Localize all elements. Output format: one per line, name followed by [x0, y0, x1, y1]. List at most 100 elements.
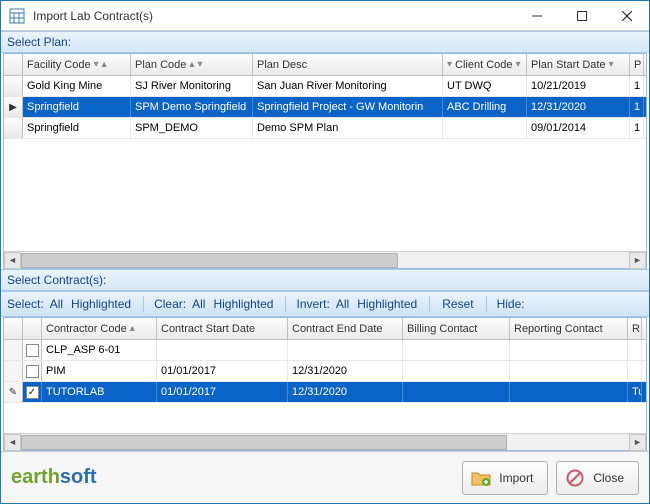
cell-reporting: [510, 361, 628, 381]
column-header-reporting[interactable]: Reporting Contact: [510, 318, 628, 339]
row-indicator: ✎: [4, 382, 23, 402]
row-indicator: [4, 340, 23, 360]
column-header-contract-start[interactable]: Contract Start Date: [157, 318, 288, 339]
clear-all-link[interactable]: All: [190, 297, 207, 311]
table-row[interactable]: SpringfieldSPM_DEMODemo SPM Plan09/01/20…: [4, 118, 646, 139]
footer-bar: earthsoft Import Close: [1, 451, 649, 503]
column-label: P: [634, 59, 641, 71]
column-header-contractor-code[interactable]: Contractor Code ▴: [42, 318, 157, 339]
filter-icon[interactable]: ▾: [94, 59, 99, 70]
titlebar: Import Lab Contract(s): [1, 1, 649, 31]
clear-highlighted-link[interactable]: Highlighted: [211, 297, 275, 311]
plans-hscroll[interactable]: ◄ ►: [4, 251, 646, 268]
table-row[interactable]: PIM01/01/201712/31/2020: [4, 361, 646, 382]
column-header-plan-desc[interactable]: Plan Desc: [253, 54, 443, 75]
filter-icon[interactable]: ▾: [609, 59, 614, 70]
column-label: Client Code: [455, 59, 512, 71]
row-indicator: [4, 361, 23, 381]
row-checkbox[interactable]: [23, 361, 42, 381]
cell-client: ABC Drilling: [443, 97, 527, 117]
app-icon: [9, 8, 25, 24]
cell-contract-end: 12/31/2020: [288, 361, 403, 381]
close-window-button[interactable]: [604, 1, 649, 30]
scroll-thumb[interactable]: [21, 253, 398, 268]
row-indicator: ▶: [4, 97, 23, 117]
cell-facility: Springfield: [23, 97, 131, 117]
select-label: Select:: [7, 297, 44, 311]
scroll-right-button[interactable]: ►: [629, 434, 646, 451]
column-header-start[interactable]: Plan Start Date ▾: [527, 54, 630, 75]
cell-p: 1: [630, 97, 644, 117]
contracts-toolbar: Select: All Highlighted Clear: All Highl…: [1, 291, 649, 317]
invert-label: Invert:: [296, 297, 329, 311]
maximize-button[interactable]: [559, 1, 604, 30]
row-checkbox[interactable]: [23, 340, 42, 360]
cell-plan-code: SPM Demo Springfield: [131, 97, 253, 117]
column-label: Contract Start Date: [161, 323, 255, 335]
cell-plan-desc: San Juan River Monitoring: [253, 76, 443, 96]
cell-contract-end: [288, 340, 403, 360]
plans-grid-body: Gold King MineSJ River MonitoringSan Jua…: [4, 76, 646, 156]
cell-contract-start: [157, 340, 288, 360]
scroll-left-button[interactable]: ◄: [4, 252, 21, 269]
plans-grid: Facility Code ▾ ▴ Plan Code ▴ ▾ Plan Des…: [3, 53, 647, 269]
column-header-contract-end[interactable]: Contract End Date: [288, 318, 403, 339]
logo-text-1: earth: [11, 466, 60, 488]
cell-contractor-code: CLP_ASP 6-01: [42, 340, 157, 360]
filter-icon[interactable]: ▾: [197, 59, 202, 70]
cell-client: [443, 118, 527, 138]
close-button-label: Close: [593, 471, 624, 485]
reset-link[interactable]: Reset: [440, 297, 475, 311]
cell-contract-start: 01/01/2017: [157, 382, 288, 402]
cell-r: Tu: [628, 382, 642, 402]
filter-icon[interactable]: ▾: [447, 59, 452, 70]
cell-billing: [403, 340, 510, 360]
cell-plan-code: SJ River Monitoring: [131, 76, 253, 96]
column-header-client[interactable]: ▾ Client Code ▾: [443, 54, 527, 75]
scroll-right-button[interactable]: ►: [629, 252, 646, 269]
cell-billing: [403, 382, 510, 402]
invert-highlighted-link[interactable]: Highlighted: [355, 297, 419, 311]
contracts-grid-body: CLP_ASP 6-01PIM01/01/201712/31/2020✎✓TUT…: [4, 340, 646, 403]
row-indicator-header: [4, 318, 23, 339]
cell-plan-code: SPM_DEMO: [131, 118, 253, 138]
row-indicator: [4, 118, 23, 138]
contracts-grid: Contractor Code ▴ Contract Start Date Co…: [3, 317, 647, 451]
table-row[interactable]: Gold King MineSJ River MonitoringSan Jua…: [4, 76, 646, 97]
table-row[interactable]: ✎✓TUTORLAB01/01/201712/31/2020Tu: [4, 382, 646, 403]
column-header-facility[interactable]: Facility Code ▾ ▴: [23, 54, 131, 75]
column-header-p[interactable]: P: [630, 54, 644, 75]
cell-facility: Gold King Mine: [23, 76, 131, 96]
column-header-plan-code[interactable]: Plan Code ▴ ▾: [131, 54, 253, 75]
select-all-link[interactable]: All: [48, 297, 65, 311]
column-header-billing[interactable]: Billing Contact: [403, 318, 510, 339]
table-row[interactable]: CLP_ASP 6-01: [4, 340, 646, 361]
cell-reporting: [510, 382, 628, 402]
row-checkbox[interactable]: ✓: [23, 382, 42, 402]
column-label: Billing Contact: [407, 323, 477, 335]
minimize-button[interactable]: [514, 1, 559, 30]
cell-start: 12/31/2020: [527, 97, 630, 117]
sort-icon: ▴: [189, 59, 194, 70]
cell-contractor-code: TUTORLAB: [42, 382, 157, 402]
invert-all-link[interactable]: All: [334, 297, 351, 311]
close-button[interactable]: Close: [556, 461, 639, 495]
contracts-hscroll[interactable]: ◄ ►: [4, 433, 646, 450]
window-title: Import Lab Contract(s): [33, 9, 514, 23]
column-header-r[interactable]: R: [628, 318, 642, 339]
cell-contract-start: 01/01/2017: [157, 361, 288, 381]
cell-r: [628, 361, 642, 381]
table-row[interactable]: ▶SpringfieldSPM Demo SpringfieldSpringfi…: [4, 97, 646, 118]
checkbox-header[interactable]: [23, 318, 42, 339]
plans-grid-header: Facility Code ▾ ▴ Plan Code ▴ ▾ Plan Des…: [4, 54, 646, 76]
column-label: Reporting Contact: [514, 323, 603, 335]
cell-start: 09/01/2014: [527, 118, 630, 138]
filter-icon[interactable]: ▾: [516, 59, 521, 70]
import-button[interactable]: Import: [462, 461, 548, 495]
select-highlighted-link[interactable]: Highlighted: [69, 297, 133, 311]
scroll-thumb[interactable]: [21, 435, 507, 450]
scroll-left-button[interactable]: ◄: [4, 434, 21, 451]
cell-plan-desc: Springfield Project - GW Monitorin: [253, 97, 443, 117]
earthsoft-logo: earthsoft: [11, 466, 454, 489]
column-label: Plan Code: [135, 59, 186, 71]
